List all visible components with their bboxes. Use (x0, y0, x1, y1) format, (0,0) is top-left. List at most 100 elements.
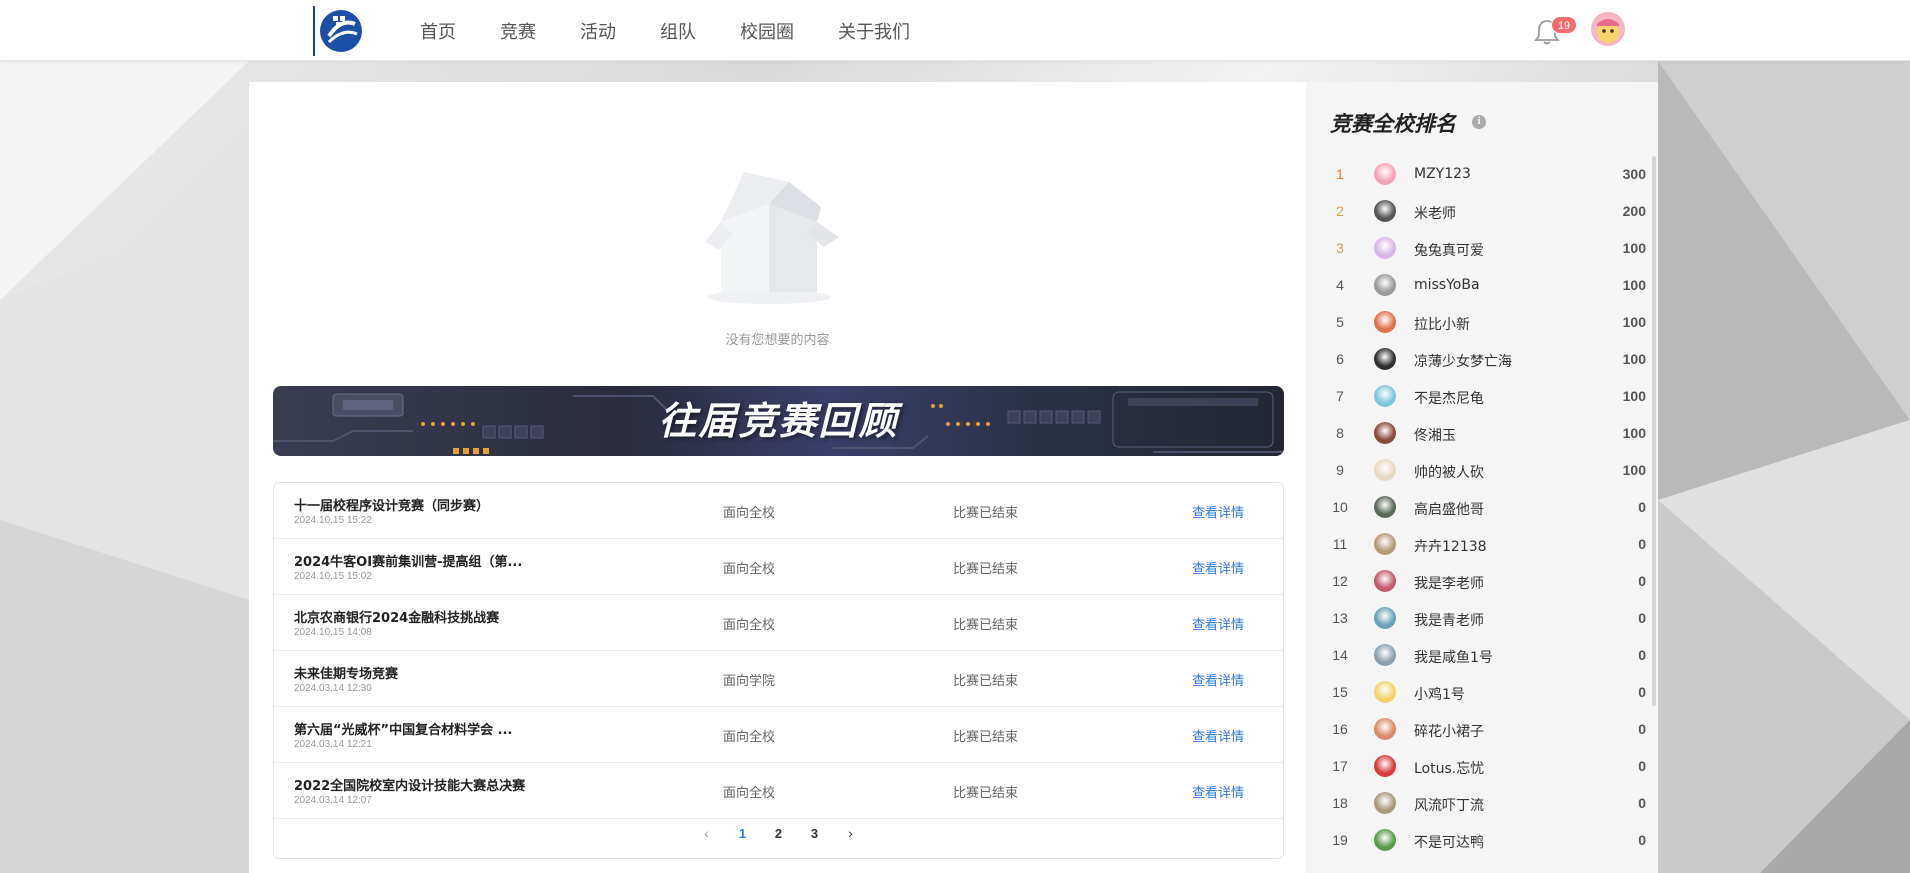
ranking-row[interactable]: 8 佟湘玉 100 (1306, 415, 1646, 452)
ranking-row[interactable]: 7 不是杰尼龟 100 (1306, 378, 1646, 415)
ranking-row[interactable]: 12 我是李老师 0 (1306, 563, 1646, 600)
rank-avatar[interactable] (1374, 163, 1396, 185)
ranking-row[interactable]: 14 我是咸鱼1号 0 (1306, 637, 1646, 674)
nav-about-us[interactable]: 关于我们 (838, 18, 910, 44)
rank-avatar[interactable] (1374, 274, 1396, 296)
rank-username[interactable]: 我是咸鱼1号 (1414, 647, 1493, 667)
ranking-row[interactable]: 1 MZY123 300 (1306, 156, 1646, 193)
rank-username[interactable]: 我是青老师 (1414, 610, 1484, 630)
empty-box-illustration (689, 152, 849, 312)
rank-avatar[interactable] (1374, 755, 1396, 777)
rank-score: 0 (1638, 647, 1646, 663)
rank-avatar[interactable] (1374, 422, 1396, 444)
school-logo[interactable] (313, 6, 363, 56)
rank-avatar[interactable] (1374, 533, 1396, 555)
competition-title[interactable]: 北京农商银行2024金融科技挑战赛 (294, 607, 594, 626)
ranking-row[interactable]: 9 帅的被人砍 100 (1306, 452, 1646, 489)
next-page-button[interactable]: › (833, 825, 869, 841)
info-icon[interactable]: i (1472, 115, 1486, 129)
rank-avatar[interactable] (1374, 607, 1396, 629)
ranking-row[interactable]: 11 卉卉12138 0 (1306, 526, 1646, 563)
rank-avatar[interactable] (1374, 681, 1396, 703)
rank-username[interactable]: 碎花小裙子 (1414, 721, 1484, 741)
rank-avatar[interactable] (1374, 385, 1396, 407)
competition-title[interactable]: 十一届校程序设计竞赛（同步赛） (294, 495, 594, 514)
past-competitions-banner[interactable]: 往届竞赛回顾 (273, 386, 1284, 456)
rank-avatar[interactable] (1374, 829, 1396, 851)
rank-username[interactable]: 拉比小新 (1414, 314, 1470, 334)
ranking-row[interactable]: 13 我是青老师 0 (1306, 600, 1646, 637)
rank-avatar[interactable] (1374, 348, 1396, 370)
rank-avatar[interactable] (1374, 792, 1396, 814)
rank-score: 0 (1638, 499, 1646, 515)
rank-username[interactable]: 凉薄少女梦亡海 (1414, 351, 1512, 371)
prev-page-button[interactable]: ‹ (689, 825, 725, 841)
rank-username[interactable]: MZY123 (1414, 166, 1471, 182)
competition-status: 比赛已结束 (953, 506, 1019, 521)
page-2-button[interactable]: 2 (761, 826, 797, 841)
view-details-link[interactable]: 查看详情 (1192, 726, 1244, 745)
rank-number: 3 (1336, 240, 1344, 256)
view-details-link[interactable]: 查看详情 (1192, 670, 1244, 689)
rank-username[interactable]: 兔兔真可爱 (1414, 240, 1484, 260)
ranking-row[interactable]: 16 碎花小裙子 0 (1306, 711, 1646, 748)
nav-campus-circle[interactable]: 校园圈 (740, 18, 794, 44)
ranking-row[interactable]: 5 拉比小新 100 (1306, 304, 1646, 341)
rank-username[interactable]: 不是可达鸭 (1414, 832, 1484, 852)
rank-username[interactable]: 风流吓丁流 (1414, 795, 1484, 815)
ranking-row[interactable]: 6 凉薄少女梦亡海 100 (1306, 341, 1646, 378)
view-details-link[interactable]: 查看详情 (1192, 502, 1244, 521)
rank-username[interactable]: 我是李老师 (1414, 573, 1484, 593)
page-1-button[interactable]: 1 (725, 826, 761, 841)
rank-number: 10 (1332, 499, 1348, 515)
user-avatar[interactable] (1591, 12, 1625, 46)
nav-team[interactable]: 组队 (660, 18, 696, 44)
ranking-row[interactable]: 4 missYoBa 100 (1306, 267, 1646, 304)
rank-score: 0 (1638, 536, 1646, 552)
rank-username[interactable]: 米老师 (1414, 203, 1456, 223)
competition-title[interactable]: 2022全国院校室内设计技能大赛总决赛 (294, 775, 594, 794)
ranking-row[interactable]: 15 小鸡1号 0 (1306, 674, 1646, 711)
competition-scope: 面向全校 (723, 730, 776, 745)
view-details-link[interactable]: 查看详情 (1192, 782, 1244, 801)
rank-avatar[interactable] (1374, 237, 1396, 259)
view-details-link[interactable]: 查看详情 (1192, 614, 1244, 633)
rank-username[interactable]: 高启盛他哥 (1414, 499, 1484, 519)
competition-scope: 面向学院 (723, 674, 776, 689)
nav-competition[interactable]: 竞赛 (500, 18, 536, 44)
rank-username[interactable]: Lotus.忘忧 (1414, 758, 1484, 778)
page-3-button[interactable]: 3 (797, 826, 833, 841)
nav-home[interactable]: 首页 (420, 18, 456, 44)
rank-avatar[interactable] (1374, 496, 1396, 518)
rank-avatar[interactable] (1374, 718, 1396, 740)
competition-title[interactable]: 2024牛客OI赛前集训营-提高组（第... (294, 551, 594, 570)
ranking-row[interactable]: 3 兔兔真可爱 100 (1306, 230, 1646, 267)
rank-avatar[interactable] (1374, 459, 1396, 481)
rank-username[interactable]: 帅的被人砍 (1414, 462, 1484, 482)
ranking-row[interactable]: 2 米老师 200 (1306, 193, 1646, 230)
rank-avatar[interactable] (1374, 644, 1396, 666)
rank-number: 7 (1336, 388, 1344, 404)
rank-username[interactable]: 不是杰尼龟 (1414, 388, 1484, 408)
competition-title[interactable]: 未来佳期专场竞赛 (294, 663, 594, 682)
banner-title: 往届竞赛回顾 (658, 399, 899, 443)
rank-username[interactable]: 佟湘玉 (1414, 425, 1456, 445)
rank-username[interactable]: 卉卉12138 (1414, 536, 1487, 556)
rank-avatar[interactable] (1374, 311, 1396, 333)
ranking-row[interactable]: 19 不是可达鸭 0 (1306, 822, 1646, 859)
rank-username[interactable]: missYoBa (1414, 277, 1480, 293)
competition-scope: 面向全校 (723, 786, 776, 801)
rank-username[interactable]: 小鸡1号 (1414, 684, 1465, 704)
view-details-link[interactable]: 查看详情 (1192, 558, 1244, 577)
ranking-title: 竞赛全校排名 (1330, 112, 1456, 136)
rank-avatar[interactable] (1374, 200, 1396, 222)
rank-number: 9 (1336, 462, 1344, 478)
ranking-row[interactable]: 17 Lotus.忘忧 0 (1306, 748, 1646, 785)
ranking-scrollbar[interactable] (1652, 156, 1656, 706)
competition-title[interactable]: 第六届“光威杯”中国复合材料学会 ... (294, 719, 594, 738)
ranking-row[interactable]: 18 风流吓丁流 0 (1306, 785, 1646, 822)
rank-avatar[interactable] (1374, 570, 1396, 592)
ranking-row[interactable]: 10 高启盛他哥 0 (1306, 489, 1646, 526)
competition-status: 比赛已结束 (953, 730, 1019, 745)
nav-activity[interactable]: 活动 (580, 18, 616, 44)
